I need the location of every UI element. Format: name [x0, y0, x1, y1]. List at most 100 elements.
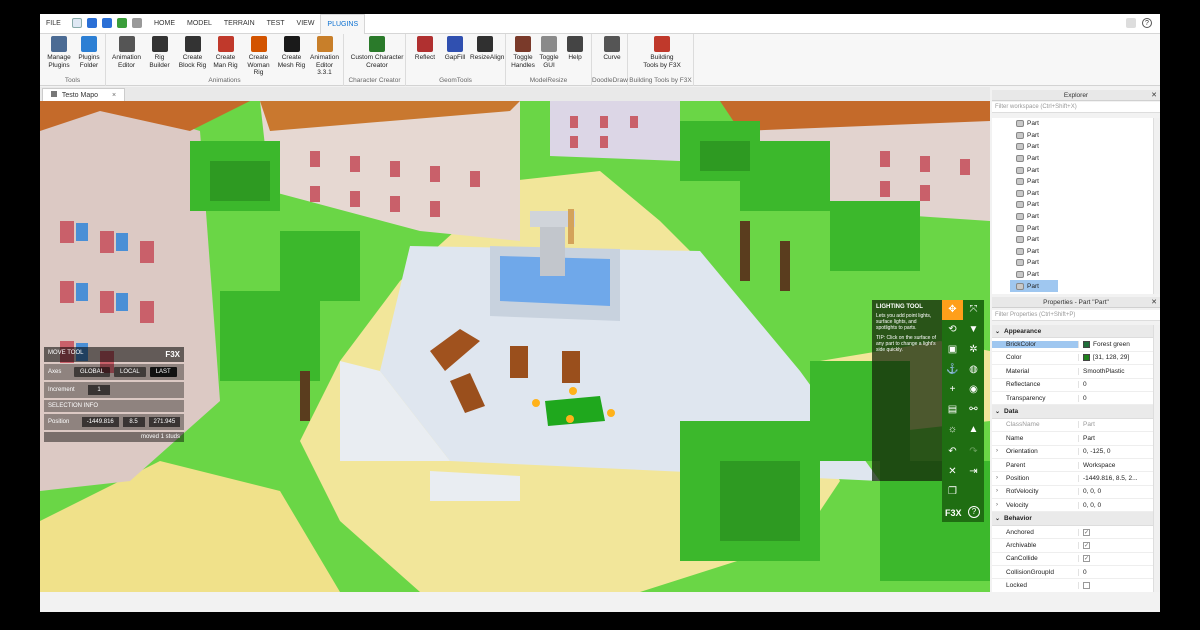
- play-icon[interactable]: [117, 18, 127, 28]
- ribbon-button-animation-editor[interactable]: Animation Editor: [110, 36, 143, 69]
- explorer-item[interactable]: Part: [992, 141, 1160, 153]
- explorer-scrollbar[interactable]: [1153, 118, 1160, 294]
- collision-tool-icon[interactable]: ◍: [963, 360, 984, 380]
- explorer-item[interactable]: Part: [992, 211, 1160, 223]
- axes-local-button[interactable]: LOCAL: [114, 367, 146, 377]
- property-row[interactable]: ClassName Part: [992, 419, 1160, 433]
- property-category[interactable]: ⌄ Data: [992, 405, 1160, 419]
- new-icon[interactable]: [72, 18, 82, 28]
- resize-tool-icon[interactable]: ⤧: [963, 300, 984, 320]
- ribbon-button-resizealign[interactable]: ResizeAlign: [470, 36, 504, 62]
- explorer-item[interactable]: Part: [992, 118, 1160, 130]
- increment-input[interactable]: 1: [88, 385, 110, 395]
- property-value-cell[interactable]: 0: [1078, 394, 1160, 402]
- explorer-item[interactable]: Part: [992, 130, 1160, 142]
- checkbox[interactable]: [1083, 582, 1090, 590]
- checkbox[interactable]: ✓: [1083, 528, 1090, 536]
- ribbon-button-create-woman-rig[interactable]: Create Woman Rig: [242, 36, 275, 77]
- stop-icon[interactable]: [132, 18, 142, 28]
- ribbon-button-plugins-folder[interactable]: Plugins Folder: [74, 36, 104, 69]
- mesh-tool-icon[interactable]: ◉: [963, 380, 984, 400]
- tab-plugins[interactable]: PLUGINS: [320, 14, 366, 34]
- explorer-item[interactable]: Part: [992, 153, 1160, 165]
- explorer-item[interactable]: Part: [992, 246, 1160, 258]
- chevron-right-icon[interactable]: ›: [996, 488, 998, 494]
- chevron-right-icon[interactable]: ›: [996, 475, 998, 481]
- property-value-cell[interactable]: ✓: [1078, 541, 1160, 549]
- help-icon[interactable]: ?: [1142, 18, 1152, 28]
- property-row[interactable]: › Position -1449.816, 8.5, 2...: [992, 472, 1160, 486]
- properties-filter-input[interactable]: Filter Properties (Ctrl+Shift+P): [992, 310, 1160, 321]
- property-value-cell[interactable]: 0: [1078, 381, 1160, 389]
- explorer-item[interactable]: Part: [992, 234, 1160, 246]
- property-value-cell[interactable]: [1078, 582, 1160, 590]
- explorer-item[interactable]: Part: [992, 164, 1160, 176]
- panel-close-icon[interactable]: ✕: [1151, 297, 1157, 308]
- tab-test[interactable]: TEST: [261, 14, 291, 34]
- color-swatch[interactable]: [1083, 341, 1090, 349]
- property-row[interactable]: BrickColor Forest green: [992, 338, 1160, 352]
- undo-icon[interactable]: [87, 18, 97, 28]
- ribbon-button-toggle-handles[interactable]: Toggle Handles: [510, 36, 536, 69]
- property-row[interactable]: Color [31, 128, 29]: [992, 352, 1160, 366]
- property-row[interactable]: › Velocity 0, 0, 0: [992, 499, 1160, 513]
- ribbon-button-building-tools-by-f3x[interactable]: Building Tools by F3X: [632, 36, 692, 69]
- property-value-cell[interactable]: ✓: [1078, 555, 1160, 563]
- new-part-tool-icon[interactable]: +: [942, 380, 963, 400]
- property-row[interactable]: › Orientation 0, -125, 0: [992, 446, 1160, 459]
- property-row[interactable]: Reflectance 0: [992, 379, 1160, 392]
- explorer-item[interactable]: Part: [992, 269, 1160, 281]
- property-value-cell[interactable]: [31, 128, 29]: [1078, 354, 1160, 362]
- axes-global-button[interactable]: GLOBAL: [74, 367, 111, 377]
- ribbon-button-curve[interactable]: Curve: [596, 36, 628, 62]
- undo-icon[interactable]: ↶: [942, 442, 963, 462]
- tab-view[interactable]: VIEW: [291, 14, 321, 34]
- property-value-cell[interactable]: Workspace: [1078, 461, 1160, 469]
- tab-home[interactable]: HOME: [148, 14, 181, 34]
- tab-terrain[interactable]: TERRAIN: [218, 14, 261, 34]
- ribbon-button-help[interactable]: Help: [562, 36, 588, 62]
- tab-model[interactable]: MODEL: [181, 14, 218, 34]
- property-value-cell[interactable]: Part: [1078, 421, 1160, 429]
- share-icon[interactable]: [1126, 18, 1136, 28]
- ribbon-button-create-block-rig[interactable]: Create Block Rig: [176, 36, 209, 69]
- ribbon-button-rig-builder[interactable]: Rig Builder: [143, 36, 176, 69]
- ribbon-button-gapfill[interactable]: GapFill: [440, 36, 470, 62]
- property-row[interactable]: › RotVelocity 0, 0, 0: [992, 486, 1160, 500]
- property-row[interactable]: Transparency 0: [992, 392, 1160, 406]
- chevron-right-icon[interactable]: ›: [996, 502, 998, 508]
- move-tool-icon[interactable]: ✥: [942, 300, 963, 320]
- surface-tool-icon[interactable]: ▣: [942, 340, 963, 360]
- property-row[interactable]: Locked: [992, 579, 1160, 592]
- close-icon[interactable]: ×: [112, 92, 116, 99]
- checkbox[interactable]: ✓: [1083, 555, 1090, 563]
- property-value-cell[interactable]: SmoothPlastic: [1078, 367, 1160, 375]
- ribbon-button-reflect[interactable]: Reflect: [410, 36, 440, 62]
- clone-icon[interactable]: ❐: [942, 482, 963, 502]
- position-z-input[interactable]: 271.945: [148, 417, 180, 427]
- position-x-input[interactable]: -1449.816: [81, 417, 119, 427]
- rotate-tool-icon[interactable]: ⟲: [942, 320, 963, 340]
- property-row[interactable]: CanCollide ✓: [992, 553, 1160, 567]
- weld-tool-icon[interactable]: ⚯: [963, 400, 984, 420]
- axes-last-button[interactable]: LAST: [149, 367, 177, 377]
- property-row[interactable]: Parent Workspace: [992, 459, 1160, 473]
- chevron-right-icon[interactable]: ›: [996, 448, 998, 454]
- export-icon[interactable]: ⇥: [963, 462, 984, 482]
- lighting-tool-icon[interactable]: ☼: [942, 420, 963, 440]
- property-row[interactable]: Name Part: [992, 432, 1160, 446]
- texture-tool-icon[interactable]: ▤: [942, 400, 963, 420]
- explorer-item[interactable]: Part: [992, 176, 1160, 188]
- property-row[interactable]: Anchored ✓: [992, 526, 1160, 540]
- doc-tab-testo-mapo[interactable]: Testo Mapo ×: [42, 88, 126, 101]
- material-tool-icon[interactable]: ✲: [963, 340, 984, 360]
- properties-scrollbar[interactable]: [1153, 325, 1160, 592]
- property-row[interactable]: CollisionGroupId 0: [992, 566, 1160, 580]
- color-swatch[interactable]: [1083, 354, 1090, 362]
- explorer-item[interactable]: Part: [992, 199, 1160, 211]
- anchor-tool-icon[interactable]: ⚓: [942, 360, 963, 380]
- position-y-input[interactable]: 8.5: [122, 417, 145, 427]
- explorer-item[interactable]: Part: [1010, 280, 1058, 292]
- explorer-item[interactable]: Part: [992, 257, 1160, 269]
- property-row[interactable]: Material SmoothPlastic: [992, 365, 1160, 379]
